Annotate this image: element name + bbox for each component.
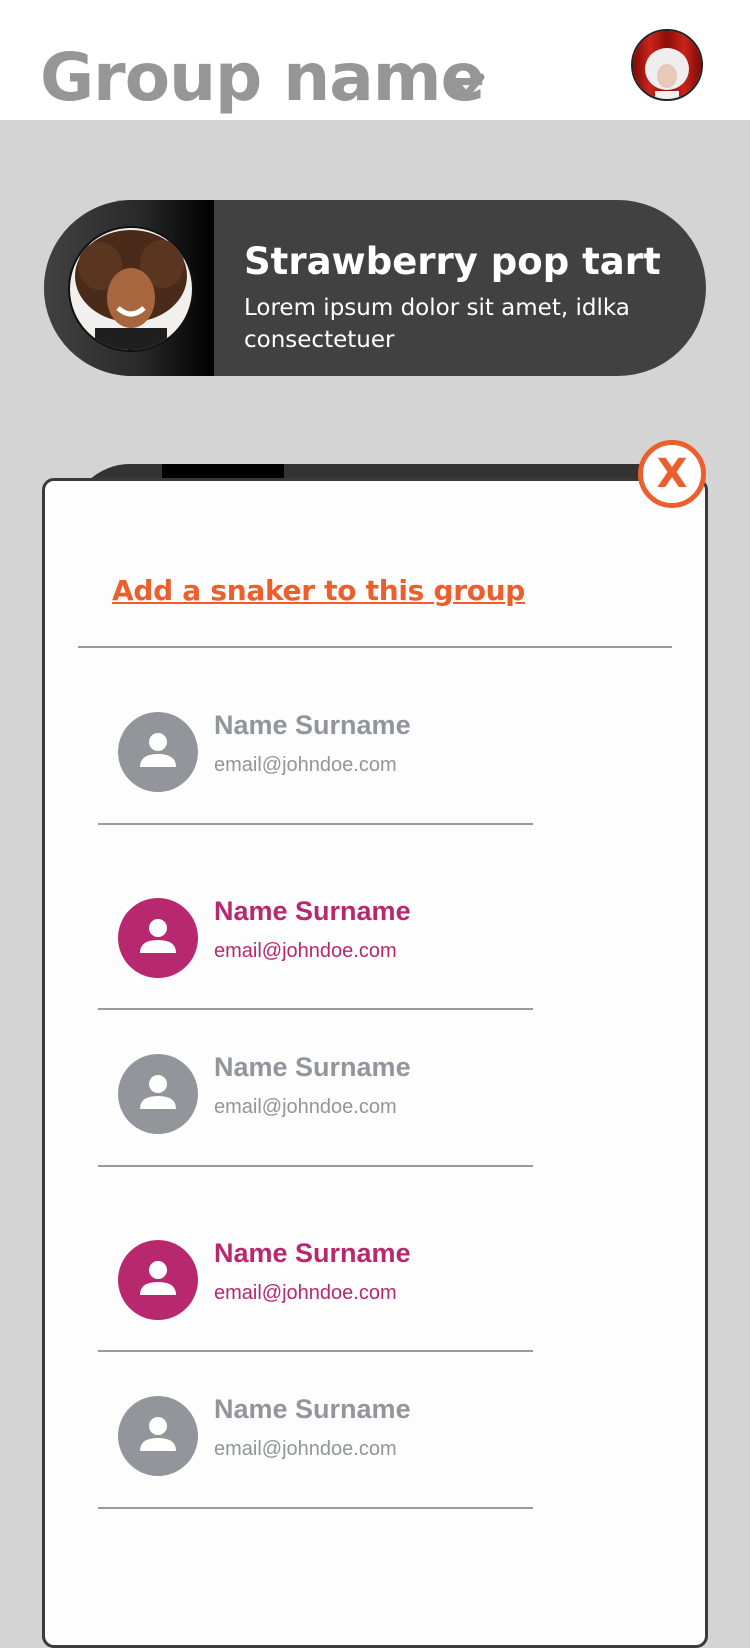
- user-avatar[interactable]: [631, 29, 703, 101]
- person-row[interactable]: Name Surname email@johndoe.com: [98, 886, 534, 1036]
- person-row[interactable]: Name Surname email@johndoe.com: [98, 1384, 534, 1534]
- person-name: Name Surname: [214, 1394, 411, 1424]
- add-snaker-link[interactable]: Add a snaker to this group: [112, 574, 525, 607]
- group-member-card[interactable]: Strawberry pop tart Lorem ipsum dolor si…: [44, 200, 706, 376]
- list-divider: [98, 1008, 533, 1010]
- person-name: Name Surname: [214, 896, 411, 926]
- person-avatar: [118, 712, 198, 792]
- chevron-down-icon[interactable]: [446, 68, 486, 104]
- person-name: Name Surname: [214, 1052, 411, 1082]
- close-modal-button[interactable]: X: [638, 440, 706, 508]
- person-avatar: [118, 1396, 198, 1476]
- person-row[interactable]: Name Surname email@johndoe.com: [98, 1042, 534, 1192]
- person-row[interactable]: Name Surname email@johndoe.com: [98, 700, 534, 850]
- person-email: email@johndoe.com: [214, 1438, 397, 1460]
- close-icon: X: [656, 451, 688, 497]
- person-email: email@johndoe.com: [214, 940, 397, 962]
- person-name: Name Surname: [214, 1238, 411, 1268]
- list-divider: [98, 1507, 533, 1509]
- person-avatar: [118, 1240, 198, 1320]
- user-icon: [140, 1261, 176, 1295]
- person-email: email@johndoe.com: [214, 754, 397, 776]
- group-name-title[interactable]: Group name: [40, 38, 485, 118]
- person-avatar: [118, 898, 198, 978]
- list-divider: [98, 1165, 533, 1167]
- member-photo: [68, 226, 194, 352]
- user-icon: [140, 733, 176, 767]
- member-description: Lorem ipsum dolor sit amet, idlka consec…: [244, 295, 630, 353]
- person-row[interactable]: Name Surname email@johndoe.com: [98, 1228, 534, 1378]
- list-divider: [98, 1350, 533, 1352]
- person-name: Name Surname: [214, 710, 411, 740]
- user-icon: [140, 1075, 176, 1109]
- person-avatar: [118, 1054, 198, 1134]
- user-photo-avatar-icon: [633, 31, 701, 99]
- app-header: Group name: [0, 0, 750, 120]
- person-email: email@johndoe.com: [214, 1282, 397, 1304]
- user-icon: [140, 1417, 176, 1451]
- user-icon: [140, 919, 176, 953]
- member-portrait-icon: [70, 228, 192, 350]
- member-name: Strawberry pop tart: [244, 240, 661, 283]
- modal-header-divider: [78, 646, 672, 648]
- person-email: email@johndoe.com: [214, 1096, 397, 1118]
- list-divider: [98, 823, 533, 825]
